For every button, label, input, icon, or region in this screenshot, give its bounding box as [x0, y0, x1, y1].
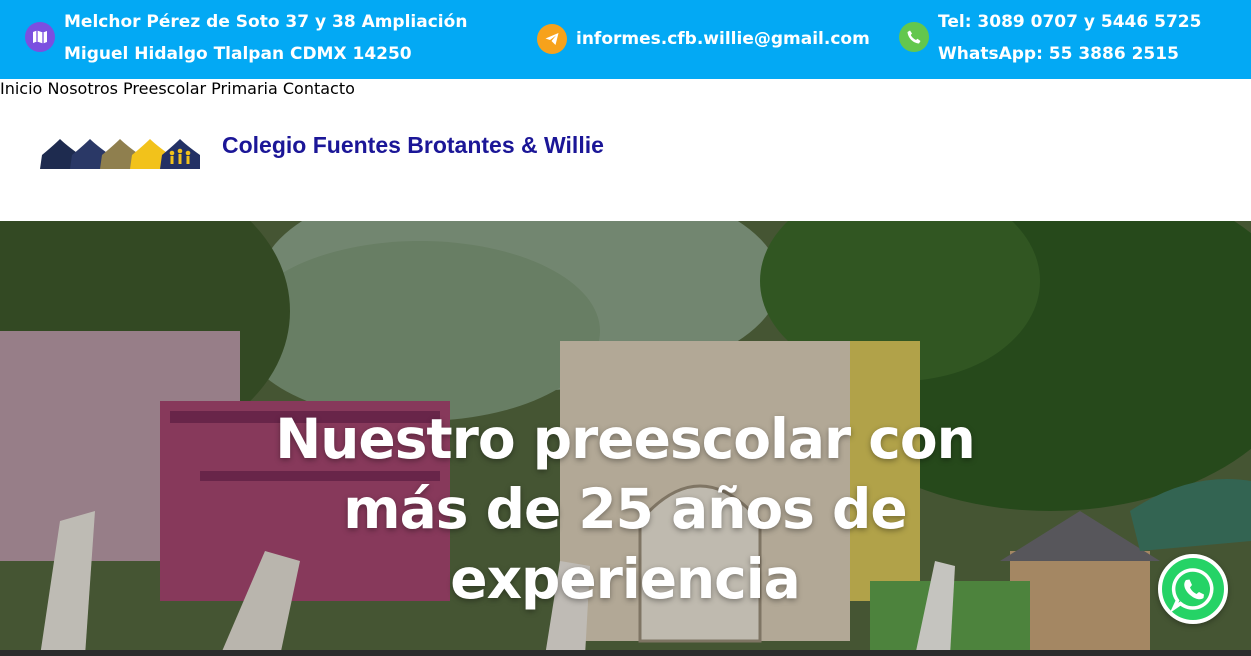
address-line-1: Melchor Pérez de Soto 37 y 38 Ampliación — [64, 12, 468, 32]
main-nav: Inicio Nosotros Preescolar Primaria Cont… — [0, 79, 1251, 98]
hero-title: Nuestro preescolar con más de 25 años de… — [275, 407, 976, 611]
top-info-bar: Melchor Pérez de Soto 37 y 38 Ampliación… — [0, 0, 1251, 79]
phone-info[interactable]: Tel: 3089 0707 y 5446 5725 WhatsApp: 55 … — [899, 6, 1201, 70]
nav-primaria[interactable]: Primaria — [211, 79, 278, 98]
email-info[interactable]: informes.cfb.willie@gmail.com — [537, 23, 870, 55]
phone-icon — [899, 22, 929, 52]
school-logo[interactable] — [40, 131, 202, 169]
hero-section: Nuestro preescolar con más de 25 años de… — [0, 221, 1251, 656]
hero-bottom-edge — [0, 650, 1251, 656]
phone-line[interactable]: Tel: 3089 0707 y 5446 5725 — [938, 6, 1201, 38]
nav-inicio[interactable]: Inicio — [0, 79, 42, 98]
address-info: Melchor Pérez de Soto 37 y 38 Ampliación… — [25, 6, 467, 70]
send-icon — [537, 24, 567, 54]
brand-name[interactable]: Colegio Fuentes Brotantes & Willie — [222, 132, 604, 159]
address-line-2: Miguel Hidalgo Tlalpan CDMX 14250 — [64, 44, 412, 64]
email-link[interactable]: informes.cfb.willie@gmail.com — [576, 23, 870, 55]
nav-preescolar[interactable]: Preescolar — [123, 79, 206, 98]
whatsapp-icon — [1169, 568, 1214, 613]
nav-contacto[interactable]: Contacto — [283, 79, 355, 98]
whatsapp-line[interactable]: WhatsApp: 55 3886 2515 — [938, 38, 1201, 70]
whatsapp-button[interactable] — [1158, 554, 1228, 624]
nav-nosotros[interactable]: Nosotros — [47, 79, 118, 98]
site-header: Colegio Fuentes Brotantes & Willie Inici… — [0, 79, 1251, 221]
map-icon — [25, 22, 55, 52]
